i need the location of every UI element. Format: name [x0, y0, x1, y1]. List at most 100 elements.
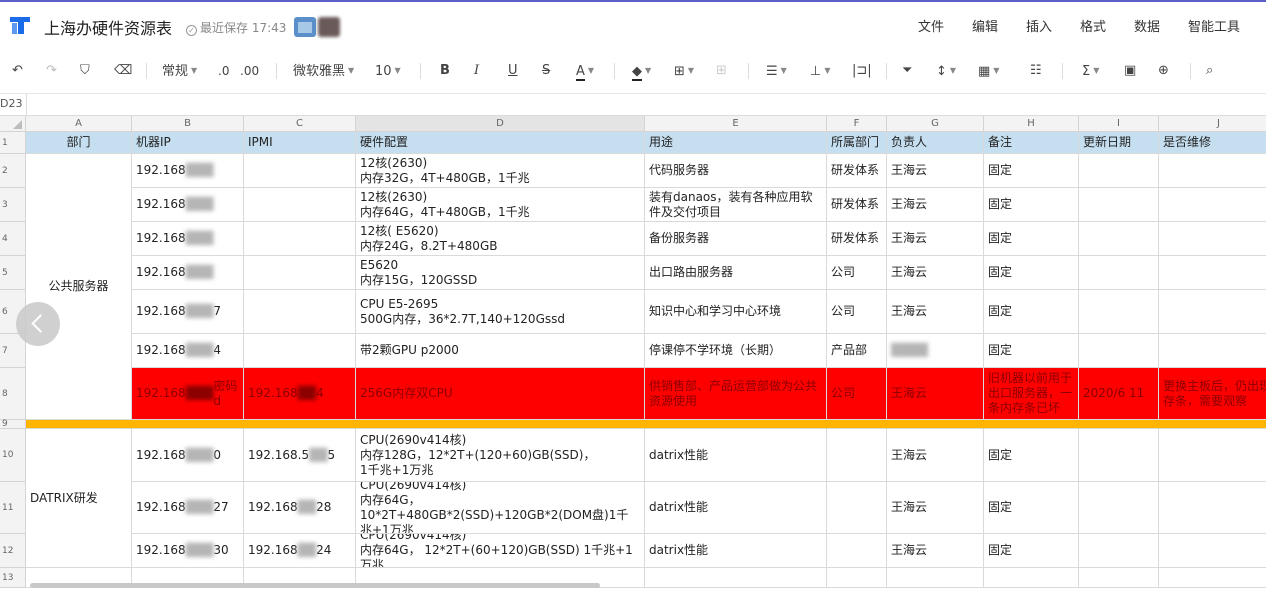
usage-cell[interactable]: datrix性能	[645, 429, 827, 482]
clear-format-icon[interactable]: ⌫	[114, 62, 132, 80]
header-cell-ipmi[interactable]: IPMI	[244, 132, 356, 154]
format-painter-icon[interactable]: ⛉	[80, 62, 90, 80]
separator-cell[interactable]	[1079, 420, 1159, 429]
department-cell[interactable]: DATRIX研发	[26, 429, 132, 568]
row-header-2[interactable]: 2	[0, 154, 26, 188]
owner-cell[interactable]: 王海云	[887, 534, 984, 568]
config-cell[interactable]: CPU(2690v414核) 内存128G，12*2T+(120+60)GB(S…	[356, 429, 645, 482]
config-cell[interactable]: E5620 内存15G，120GSSD	[356, 256, 645, 290]
row-header-5[interactable]: 5	[0, 256, 26, 290]
owner-cell[interactable]: 王海云	[887, 368, 984, 420]
column-header-a[interactable]: A	[26, 116, 132, 132]
filter-icon[interactable]: ⏷	[902, 62, 912, 80]
menu-format[interactable]: 格式	[1080, 16, 1106, 35]
dept-cell[interactable]: 研发体系	[827, 154, 887, 188]
date-cell[interactable]: 2020/6 11	[1079, 368, 1159, 420]
repair-cell[interactable]	[1159, 154, 1266, 188]
column-header-i[interactable]: I	[1079, 116, 1159, 132]
repair-cell[interactable]	[1159, 188, 1266, 222]
owner-cell[interactable]: 王海云	[887, 482, 984, 534]
repair-cell[interactable]	[1159, 429, 1266, 482]
header-cell-ip[interactable]: 机器IP	[132, 132, 244, 154]
ip-cell[interactable]: 192.168 ███ 27	[132, 482, 244, 534]
strikethrough-icon[interactable]: S	[542, 62, 550, 80]
separator-cell[interactable]	[827, 420, 887, 429]
horizontal-align-icon[interactable]: ☰ ▼	[766, 62, 787, 80]
date-cell[interactable]	[1079, 188, 1159, 222]
config-cell[interactable]: 256G内存双CPU	[356, 368, 645, 420]
owner-cell[interactable]: 王海云	[887, 256, 984, 290]
row-header-12[interactable]: 12	[0, 534, 26, 568]
dept-cell[interactable]: 产品部	[827, 334, 887, 368]
row-header-10[interactable]: 10	[0, 429, 26, 482]
usage-cell[interactable]: 供销售部、产品运营部做为公共资源使用	[645, 368, 827, 420]
header-cell-owner[interactable]: 负责人	[887, 132, 984, 154]
menu-edit[interactable]: 编辑	[972, 16, 998, 35]
config-cell[interactable]: CPU(2690v414核) 内存64G，10*2T+480GB*2(SSD)+…	[356, 482, 645, 534]
ipmi-cell[interactable]	[244, 154, 356, 188]
date-cell[interactable]	[1079, 154, 1159, 188]
header-cell-dept-col[interactable]: 部门	[26, 132, 132, 154]
row-header-13[interactable]: 13	[0, 568, 26, 588]
note-cell[interactable]: 固定	[984, 429, 1079, 482]
owner-cell[interactable]: ████	[887, 334, 984, 368]
select-all-corner[interactable]	[0, 116, 26, 132]
number-format-dropdown[interactable]: 常规 ▼	[162, 62, 197, 80]
date-cell[interactable]	[1079, 429, 1159, 482]
note-cell[interactable]: 固定	[984, 256, 1079, 290]
row-header-3[interactable]: 3	[0, 188, 26, 222]
empty-cell[interactable]	[645, 568, 827, 588]
ipmi-cell[interactable]	[244, 256, 356, 290]
department-cell[interactable]: 公共服务器	[26, 154, 132, 420]
separator-cell[interactable]	[1159, 420, 1266, 429]
borders-icon[interactable]: ⊞ ▼	[674, 62, 694, 80]
header-cell-dept[interactable]: 所属部门	[827, 132, 887, 154]
menu-data[interactable]: 数据	[1134, 16, 1160, 35]
header-cell-date[interactable]: 更新日期	[1079, 132, 1159, 154]
ipmi-cell[interactable]	[244, 222, 356, 256]
note-cell[interactable]: 固定	[984, 222, 1079, 256]
font-size-dropdown[interactable]: 10 ▼	[375, 62, 401, 80]
merge-cells-icon[interactable]: ⊞	[716, 62, 727, 80]
date-cell[interactable]	[1079, 482, 1159, 534]
ip-cell[interactable]: 192.168 ███	[132, 222, 244, 256]
repair-cell[interactable]	[1159, 222, 1266, 256]
separator-cell[interactable]	[984, 420, 1079, 429]
column-header-g[interactable]: G	[887, 116, 984, 132]
usage-cell[interactable]: 装有danaos，装有各种应用软件及交付项目	[645, 188, 827, 222]
empty-cell[interactable]	[887, 568, 984, 588]
note-cell[interactable]: 固定	[984, 482, 1079, 534]
owner-cell[interactable]: 王海云	[887, 222, 984, 256]
owner-cell[interactable]: 王海云	[887, 188, 984, 222]
column-header-f[interactable]: F	[827, 116, 887, 132]
row-header-8[interactable]: 8	[0, 368, 26, 420]
column-header-e[interactable]: E	[645, 116, 827, 132]
ip-cell[interactable]: 192.168 ███ 0	[132, 429, 244, 482]
chart-icon[interactable]: ▣	[1124, 62, 1136, 80]
italic-icon[interactable]: I	[474, 62, 479, 80]
ipmi-cell[interactable]	[244, 290, 356, 334]
separator-cell[interactable]	[356, 420, 645, 429]
undo-icon[interactable]: ↶	[12, 62, 23, 80]
decimal-increase-button[interactable]: .00	[240, 62, 259, 80]
usage-cell[interactable]: 代码服务器	[645, 154, 827, 188]
repair-cell[interactable]	[1159, 534, 1266, 568]
ip-cell[interactable]: 192.168 ███ 30	[132, 534, 244, 568]
header-cell-repair[interactable]: 是否维修	[1159, 132, 1266, 154]
usage-cell[interactable]: 备份服务器	[645, 222, 827, 256]
bold-icon[interactable]: B	[440, 62, 450, 80]
ip-cell[interactable]: 192.168 ███	[132, 188, 244, 222]
note-cell[interactable]: 固定	[984, 334, 1079, 368]
usage-cell[interactable]: 知识中心和学习中心环境	[645, 290, 827, 334]
empty-cell[interactable]	[1079, 568, 1159, 588]
column-header-j[interactable]: J	[1159, 116, 1266, 132]
chevron-left-icon[interactable]	[16, 302, 60, 346]
row-header-11[interactable]: 11	[0, 482, 26, 534]
empty-cell[interactable]	[984, 568, 1079, 588]
avatar[interactable]	[318, 17, 340, 37]
date-cell[interactable]	[1079, 222, 1159, 256]
sort-icon[interactable]: ↕ ▼	[936, 62, 956, 80]
comment-icon[interactable]: ⊕	[1158, 62, 1169, 80]
date-cell[interactable]	[1079, 290, 1159, 334]
document-title[interactable]: 上海办硬件资源表	[44, 15, 172, 39]
